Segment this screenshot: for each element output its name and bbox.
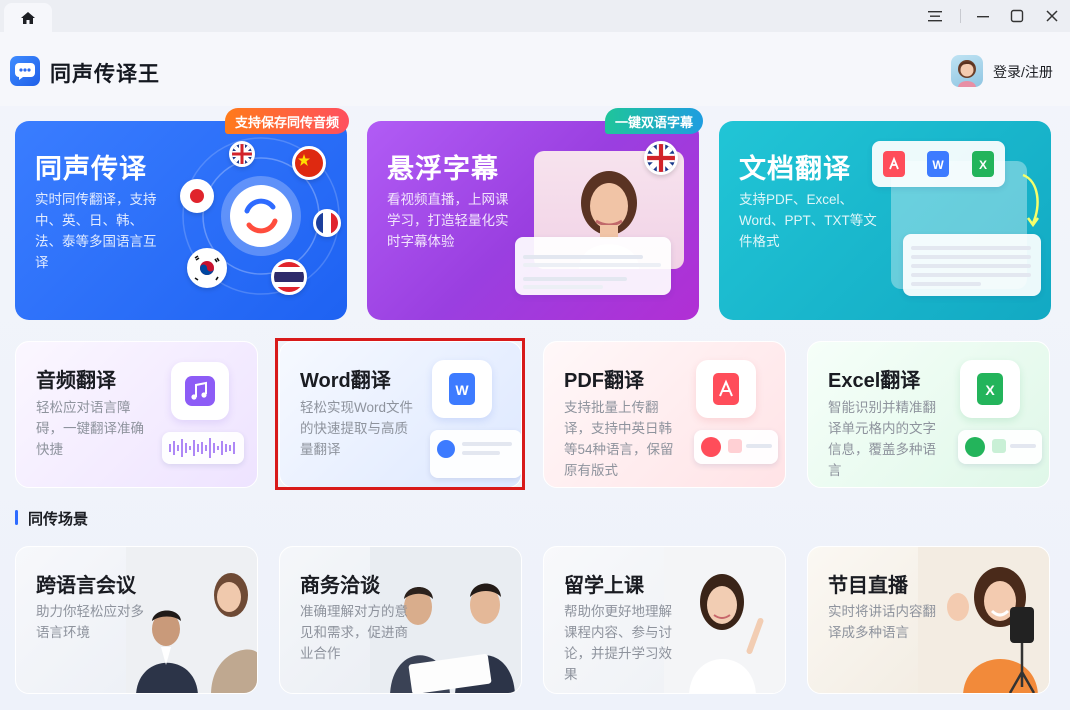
svg-text:W: W — [455, 382, 469, 398]
scene-card-study[interactable]: 留学上课 帮助你更好地理解 课程内容、参与讨论，并提升学习效果 — [543, 546, 786, 694]
svg-text:X: X — [985, 382, 995, 398]
word-icon: W — [927, 151, 950, 177]
scene-title: 留学上课 — [564, 575, 644, 597]
bilingual-subtitle-badge: 一键双语字幕 — [605, 108, 704, 134]
excel-icon: X — [971, 151, 994, 177]
tool-title: Word翻译 — [300, 370, 391, 392]
home-icon — [21, 11, 35, 24]
tool-card-audio[interactable]: 音频翻译 轻松应对语言障碍，一键翻译准确快捷 — [15, 341, 258, 488]
login-register-link[interactable]: 登录/注册 — [993, 62, 1053, 82]
feature-desc: 支持PDF、Excel、Word、PPT、TXT等文件格式 — [739, 192, 877, 249]
feature-card-simultaneous[interactable]: 同声传译 实时同传翻译，支持中、英、日、韩、法、泰等多国语言互译 — [15, 121, 347, 320]
tool-desc: 轻松实现Word文件的快速提取与高质量翻译 — [300, 400, 414, 457]
scene-title: 商务洽谈 — [300, 575, 380, 597]
app-header — [0, 32, 1070, 106]
uk-flag-icon — [644, 141, 678, 175]
document-text-panel — [903, 234, 1041, 296]
scene-title: 跨语言会议 — [36, 575, 136, 597]
japan-flag-icon — [180, 179, 214, 213]
maximize-icon[interactable] — [1006, 6, 1028, 26]
app-logo — [10, 56, 40, 86]
arrow-icon — [1022, 173, 1040, 228]
tool-title: PDF翻译 — [564, 370, 644, 392]
scene-title: 节目直播 — [828, 575, 908, 597]
feature-title: 同声传译 — [35, 154, 147, 184]
feature-card-subtitles[interactable]: 悬浮字幕 看视频直播，上网课学习，打造轻量化实时字幕体验 — [367, 121, 699, 320]
feature-title: 文档翻译 — [739, 154, 851, 184]
close-icon[interactable] — [1041, 6, 1063, 26]
feature-title: 悬浮字幕 — [387, 154, 499, 184]
tool-desc: 智能识别并精准翻译单元格内的文字信息，覆盖多种语言 — [828, 400, 936, 478]
france-flag-icon — [313, 209, 341, 237]
meeting-photo — [126, 547, 257, 693]
subtitle-float-window — [515, 237, 671, 295]
live-stream-photo — [918, 547, 1049, 693]
pdf-icon — [883, 151, 906, 177]
scene-card-business[interactable]: 商务洽谈 准确理解对方的意见和需求，促进商业合作 — [279, 546, 522, 694]
waveform-graphic — [162, 432, 244, 464]
tool-title: 音频翻译 — [36, 370, 116, 392]
tool-desc: 支持批量上传翻译，支持中英日韩等54种语言，保留原有版式 — [564, 400, 674, 478]
app-title: 同声传译王 — [50, 63, 160, 86]
title-separator — [960, 9, 961, 23]
tool-title: Excel翻译 — [828, 370, 921, 392]
svg-text:X: X — [979, 158, 987, 172]
excel-preview-panel — [958, 430, 1042, 464]
pdf-icon — [696, 360, 756, 418]
music-icon — [171, 362, 229, 420]
tool-card-word[interactable]: Word翻译 轻松实现Word文件的快速提取与高质量翻译 W — [279, 341, 522, 488]
svg-text:W: W — [933, 158, 945, 172]
korea-flag-icon — [187, 248, 227, 288]
word-preview-panel — [430, 430, 521, 478]
pdf-preview-panel — [694, 430, 778, 464]
scene-desc: 帮助你更好地理解 课程内容、参与讨论，并提升学习效果 — [564, 604, 672, 682]
scene-desc: 助力你轻松应对多语言环境 — [36, 604, 144, 640]
scene-card-meeting[interactable]: 跨语言会议 助力你轻松应对多语言环境 — [15, 546, 258, 694]
excel-icon: X — [960, 360, 1020, 418]
tool-card-excel[interactable]: Excel翻译 智能识别并精准翻译单元格内的文字信息，覆盖多种语言 X — [807, 341, 1050, 488]
study-photo — [664, 547, 785, 693]
uk-flag-icon — [229, 141, 255, 167]
feature-desc: 实时同传翻译，支持中、英、日、韩、法、泰等多国语言互译 — [35, 192, 157, 270]
feature-card-document[interactable]: 文档翻译 支持PDF、Excel、Word、PPT、TXT等文件格式 W X — [719, 121, 1051, 320]
feature-desc: 看视频直播，上网课学习，打造轻量化实时字幕体验 — [387, 192, 509, 249]
scene-desc: 准确理解对方的意见和需求，促进商业合作 — [300, 604, 408, 661]
scene-desc: 实时将讲话内容翻译成多种语言 — [828, 604, 936, 640]
menu-icon[interactable] — [924, 6, 946, 26]
tool-card-pdf[interactable]: PDF翻译 支持批量上传翻译，支持中英日韩等54种语言，保留原有版式 — [543, 341, 786, 488]
user-avatar[interactable] — [951, 55, 983, 87]
word-icon: W — [432, 360, 492, 418]
save-audio-badge: 支持保存同传音频 — [225, 108, 350, 134]
file-types-panel: W X — [872, 141, 1005, 187]
title-bar — [0, 0, 1070, 32]
thailand-flag-icon — [271, 259, 307, 295]
china-flag-icon — [292, 146, 326, 180]
section-accent-bar — [15, 510, 18, 525]
scene-card-live[interactable]: 节目直播 实时将讲话内容翻译成多种语言 — [807, 546, 1050, 694]
minimize-icon[interactable] — [972, 6, 994, 26]
home-tab[interactable] — [4, 3, 52, 32]
tool-desc: 轻松应对语言障碍，一键翻译准确快捷 — [36, 400, 144, 457]
section-title: 同传场景 — [28, 511, 89, 528]
